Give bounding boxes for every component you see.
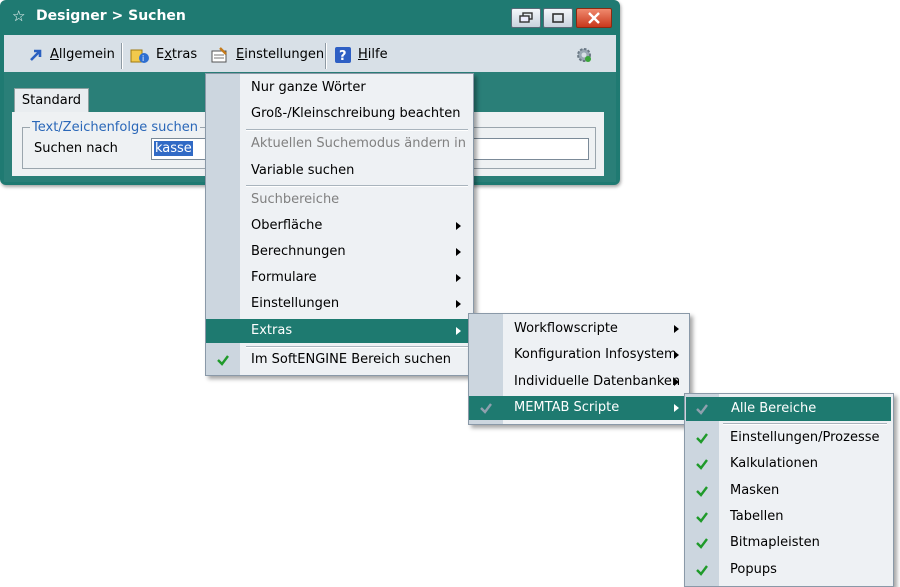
gear-icon (577, 48, 591, 62)
menu-item-softengine-bereich[interactable]: Im SoftENGINE Bereich suchen (206, 348, 473, 372)
menu-item-kalkulationen[interactable]: Kalkulationen (685, 452, 893, 476)
close-button[interactable] (576, 8, 612, 28)
submenu-arrow-icon (456, 248, 461, 256)
menu-item-bitmapleisten[interactable]: Bitmapleisten (685, 531, 893, 555)
check-icon (480, 403, 492, 414)
menu-item-suchbereiche: Suchbereiche (251, 192, 340, 207)
submenu-arrow-icon (674, 325, 679, 333)
search-label: Suchen nach (34, 141, 118, 156)
toolbar-allgemein-button[interactable]: Allgemein (28, 45, 115, 65)
toolbar-allgemein-label: Allgemein (50, 47, 115, 62)
menu-item-einstellungen[interactable]: Einstellungen (206, 292, 473, 316)
submenu-arrow-icon (456, 274, 461, 282)
toolbar-einstellungen-button[interactable]: Einstellungen (210, 45, 324, 65)
menu-item-memtab-scripte[interactable]: MEMTAB Scripte (469, 396, 689, 420)
close-icon (588, 12, 600, 24)
menu-item-berechnungen[interactable]: Berechnungen (206, 240, 473, 264)
check-icon (696, 486, 708, 497)
menu-item-einstellungen-prozesse[interactable]: Einstellungen/Prozesse (685, 426, 893, 450)
toolbar-extras-button[interactable]: i Extras (130, 45, 197, 65)
search-options-menu: Nur ganze Wörter Groß-/Kleinschreibung b… (205, 73, 474, 376)
memtab-submenu: Alle Bereiche Einstellungen/Prozesse Kal… (684, 393, 894, 587)
toolbar-hilfe-button[interactable]: ? Hilfe (334, 45, 388, 65)
tab-standard[interactable]: Standard (14, 88, 89, 113)
restore-icon (519, 12, 533, 23)
menu-separator (723, 423, 887, 425)
menu-item-suchemodus: Aktuellen Suchemodus ändern in (251, 136, 467, 151)
check-icon (696, 459, 708, 470)
submenu-arrow-icon (674, 378, 679, 386)
toolbar-extras-label: Extras (156, 47, 198, 62)
extras-icon: i (130, 49, 149, 63)
menu-item-alle-bereiche[interactable]: Alle Bereiche (686, 397, 891, 421)
submenu-arrow-icon (456, 327, 461, 335)
svg-text:i: i (142, 54, 144, 63)
check-icon (696, 512, 708, 523)
check-icon (696, 404, 708, 415)
menu-item-konfiguration-infosystem[interactable]: Konfiguration Infosystem (469, 343, 689, 367)
extras-submenu: Workflowscripte Konfiguration Infosystem… (468, 313, 690, 425)
maximize-button[interactable] (543, 8, 573, 28)
submenu-arrow-icon (456, 222, 461, 230)
menu-separator (246, 129, 468, 131)
toolbar-separator (121, 43, 123, 69)
help-icon: ? (335, 46, 351, 64)
submenu-arrow-icon (674, 351, 679, 359)
svg-text:?: ? (339, 49, 347, 64)
toolbar-hilfe-label: Hilfe (358, 47, 388, 62)
search-input-value: kasse (154, 141, 193, 156)
menu-item-workflowscripte[interactable]: Workflowscripte (469, 317, 689, 341)
maximize-icon (552, 13, 564, 23)
menu-item-gross-kleinschreibung[interactable]: Groß-/Kleinschreibung beachten (206, 102, 473, 126)
restore-button[interactable] (511, 8, 541, 28)
menu-separator (246, 185, 468, 187)
check-icon (217, 355, 229, 366)
check-icon (696, 565, 708, 576)
toolbar-gear-button[interactable] (574, 45, 594, 69)
arrow-icon (30, 49, 42, 61)
submenu-arrow-icon (456, 300, 461, 308)
window-title: Designer > Suchen (36, 8, 186, 24)
star-icon: ☆ (12, 7, 26, 25)
check-icon (696, 433, 708, 444)
toolbar: Allgemein i Extras Einstellungen ? Hilfe (4, 35, 616, 72)
menu-item-masken[interactable]: Masken (685, 479, 893, 503)
menu-item-oberflaeche[interactable]: Oberfläche (206, 214, 473, 238)
settings-icon (211, 46, 227, 62)
submenu-arrow-icon (674, 404, 679, 412)
menu-item-variable-suchen[interactable]: Variable suchen (206, 159, 473, 183)
search-group-legend: Text/Zeichenfolge suchen (30, 120, 200, 135)
menu-item-nur-ganze-woerter[interactable]: Nur ganze Wörter (206, 76, 473, 100)
menu-item-formulare[interactable]: Formulare (206, 266, 473, 290)
toolbar-separator (325, 43, 327, 69)
title-bar[interactable]: ☆ Designer > Suchen (0, 0, 620, 33)
toolbar-einstellungen-label: Einstellungen (236, 47, 325, 62)
check-icon (696, 538, 708, 549)
menu-item-tabellen[interactable]: Tabellen (685, 505, 893, 529)
menu-item-extras[interactable]: Extras (206, 319, 473, 343)
menu-item-individuelle-datenbanken[interactable]: Individuelle Datenbanken (469, 370, 689, 394)
menu-item-popups[interactable]: Popups (685, 558, 893, 582)
